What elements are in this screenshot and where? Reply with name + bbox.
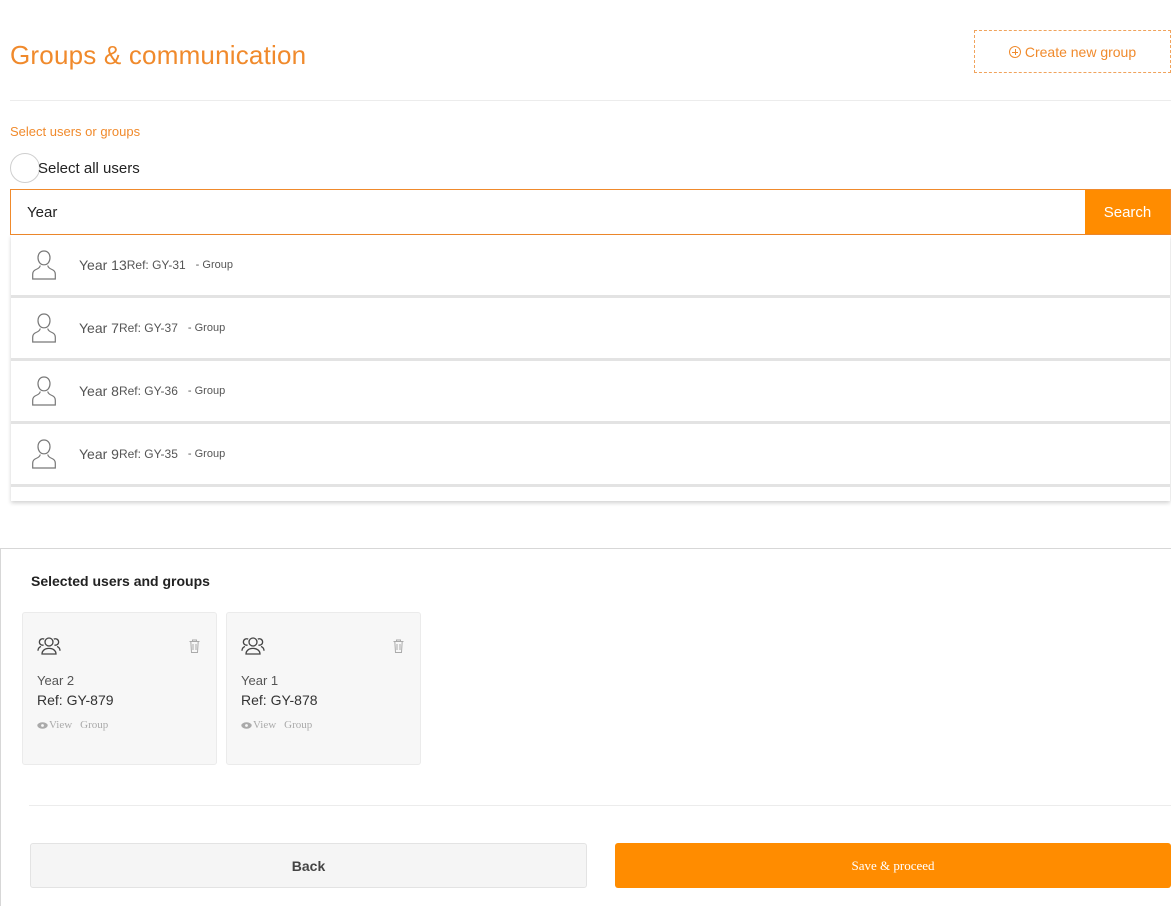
trash-icon[interactable] [189, 639, 200, 653]
plus-circle-icon [1008, 45, 1021, 58]
user-icon [32, 439, 56, 469]
search-results-dropdown: Year 13 Ref: GY-31 - Group Year 7 Ref: G… [11, 235, 1170, 501]
user-icon [32, 250, 56, 280]
selected-card: Year 1 Ref: GY-878 View Group [226, 612, 421, 765]
selected-card-name: Year 1 [241, 673, 279, 688]
result-name: Year 9 [79, 446, 119, 462]
page-title: Groups & communication [10, 40, 307, 70]
result-name: Year 13 [79, 257, 127, 273]
search-button[interactable]: Search [1085, 190, 1170, 234]
header-divider [10, 100, 1171, 101]
selected-card-type: Group [80, 719, 109, 731]
view-link[interactable]: View [241, 719, 276, 731]
selected-card-type: Group [284, 719, 313, 731]
selected-card: Year 2 Ref: GY-879 View Group [22, 612, 217, 765]
selected-card-ref: Ref: GY-878 [241, 692, 318, 708]
search-result-item[interactable]: Year 8 Ref: GY-36 - Group [11, 361, 1170, 424]
search-bar: Search [10, 189, 1171, 235]
select-users-label: Select users or groups [10, 124, 141, 139]
selected-card-name: Year 2 [37, 673, 75, 688]
selected-card-meta: View Group [241, 719, 312, 731]
create-new-group-button[interactable]: Create new group [974, 30, 1171, 73]
user-icon [32, 313, 56, 343]
result-name: Year 8 [79, 383, 119, 399]
result-type: - Group [187, 322, 226, 334]
trash-icon[interactable] [393, 639, 404, 653]
result-ref: Ref: GY-37 [118, 321, 178, 335]
selected-panel: Selected users and groups Year 2 Ref: GY… [0, 548, 1171, 906]
select-all-users-label: Select all users [38, 159, 140, 177]
search-result-item[interactable]: Year 13 Ref: GY-31 - Group [11, 235, 1170, 298]
selected-card-meta: View Group [37, 719, 108, 731]
view-label: View [253, 719, 277, 731]
result-type: - Group [187, 385, 226, 397]
selected-card-ref: Ref: GY-879 [37, 692, 114, 708]
save-and-proceed-button[interactable]: Save & proceed [615, 843, 1171, 888]
group-icon [37, 637, 61, 655]
user-icon [32, 376, 56, 406]
result-type: - Group [187, 448, 226, 460]
search-input[interactable] [11, 190, 1085, 234]
view-link[interactable]: View [37, 719, 72, 731]
result-ref: Ref: GY-36 [118, 384, 178, 398]
eye-icon [37, 721, 48, 729]
search-result-item[interactable]: Year 9 Ref: GY-35 - Group [11, 424, 1170, 487]
eye-icon [241, 721, 252, 729]
result-name: Year 7 [79, 320, 119, 336]
footer-divider [29, 805, 1171, 806]
result-type: - Group [195, 259, 233, 271]
selected-title: Selected users and groups [31, 573, 210, 589]
select-all-users[interactable]: Select all users [10, 153, 140, 183]
view-label: View [49, 719, 73, 731]
search-result-item[interactable]: Year 7 Ref: GY-37 - Group [11, 298, 1170, 361]
result-ref: Ref: GY-31 [126, 258, 186, 272]
result-ref: Ref: GY-35 [118, 447, 178, 461]
select-all-radio[interactable] [10, 153, 40, 183]
group-icon [241, 637, 265, 655]
back-button[interactable]: Back [30, 843, 587, 888]
create-new-group-label: Create new group [1024, 43, 1137, 60]
